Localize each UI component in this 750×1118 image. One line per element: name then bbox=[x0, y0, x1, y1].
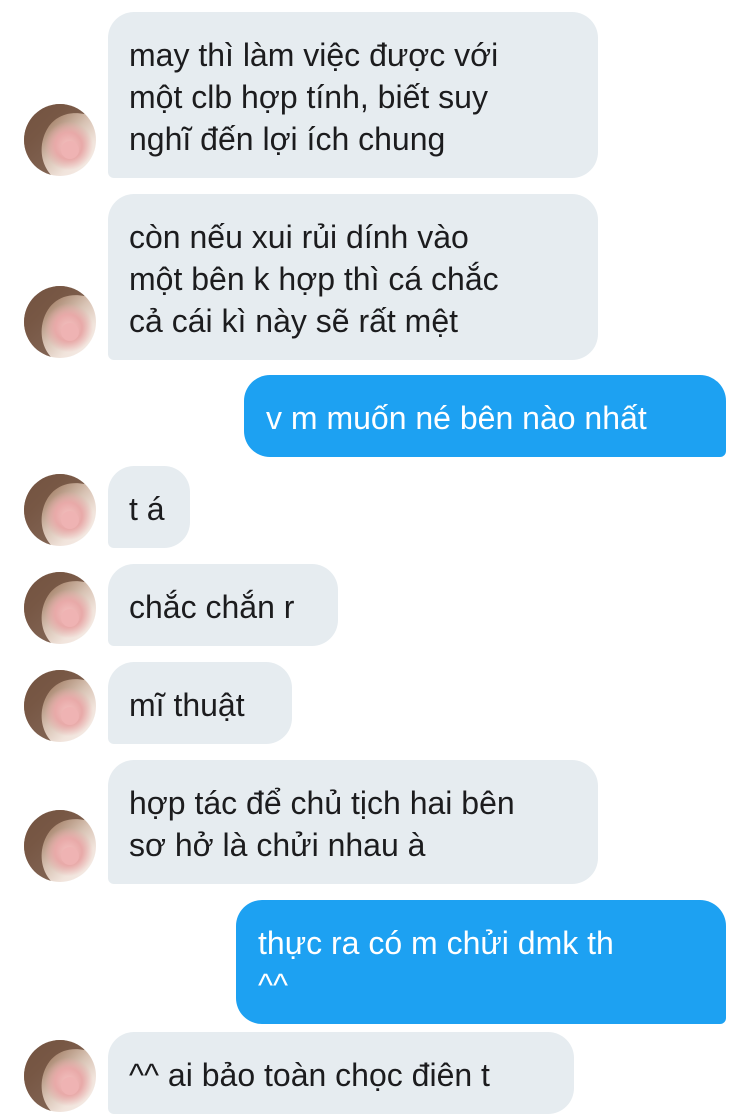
avatar[interactable] bbox=[24, 104, 96, 176]
message-bubble[interactable]: hợp tác để chủ tịch hai bên sơ hở là chử… bbox=[108, 760, 598, 884]
avatar[interactable] bbox=[24, 474, 96, 546]
avatar[interactable] bbox=[24, 286, 96, 358]
avatar[interactable] bbox=[24, 1040, 96, 1112]
incoming-message: may thì làm việc được với một clb hợp tí… bbox=[0, 12, 750, 178]
dm-conversation: may thì làm việc được với một clb hợp tí… bbox=[0, 0, 750, 1118]
message-bubble[interactable]: v m muốn né bên nào nhất bbox=[244, 375, 726, 457]
incoming-message: t á bbox=[0, 466, 750, 548]
outgoing-message: v m muốn né bên nào nhất bbox=[0, 375, 750, 457]
avatar[interactable] bbox=[24, 670, 96, 742]
incoming-message: ^^ ai bảo toàn chọc điên t bbox=[0, 1032, 750, 1114]
incoming-message: còn nếu xui rủi dính vào một bên k hợp t… bbox=[0, 194, 750, 360]
outgoing-message: thực ra có m chửi dmk th ^^ bbox=[0, 900, 750, 1024]
incoming-message: hợp tác để chủ tịch hai bên sơ hở là chử… bbox=[0, 760, 750, 884]
message-bubble[interactable]: may thì làm việc được với một clb hợp tí… bbox=[108, 12, 598, 178]
message-bubble[interactable]: ^^ ai bảo toàn chọc điên t bbox=[108, 1032, 574, 1114]
message-bubble[interactable]: thực ra có m chửi dmk th ^^ bbox=[236, 900, 726, 1024]
message-bubble[interactable]: mĩ thuật bbox=[108, 662, 292, 744]
message-bubble[interactable]: t á bbox=[108, 466, 190, 548]
incoming-message: mĩ thuật bbox=[0, 662, 750, 744]
avatar[interactable] bbox=[24, 572, 96, 644]
message-bubble[interactable]: chắc chắn r bbox=[108, 564, 338, 646]
message-bubble[interactable]: còn nếu xui rủi dính vào một bên k hợp t… bbox=[108, 194, 598, 360]
incoming-message: chắc chắn r bbox=[0, 564, 750, 646]
avatar[interactable] bbox=[24, 810, 96, 882]
